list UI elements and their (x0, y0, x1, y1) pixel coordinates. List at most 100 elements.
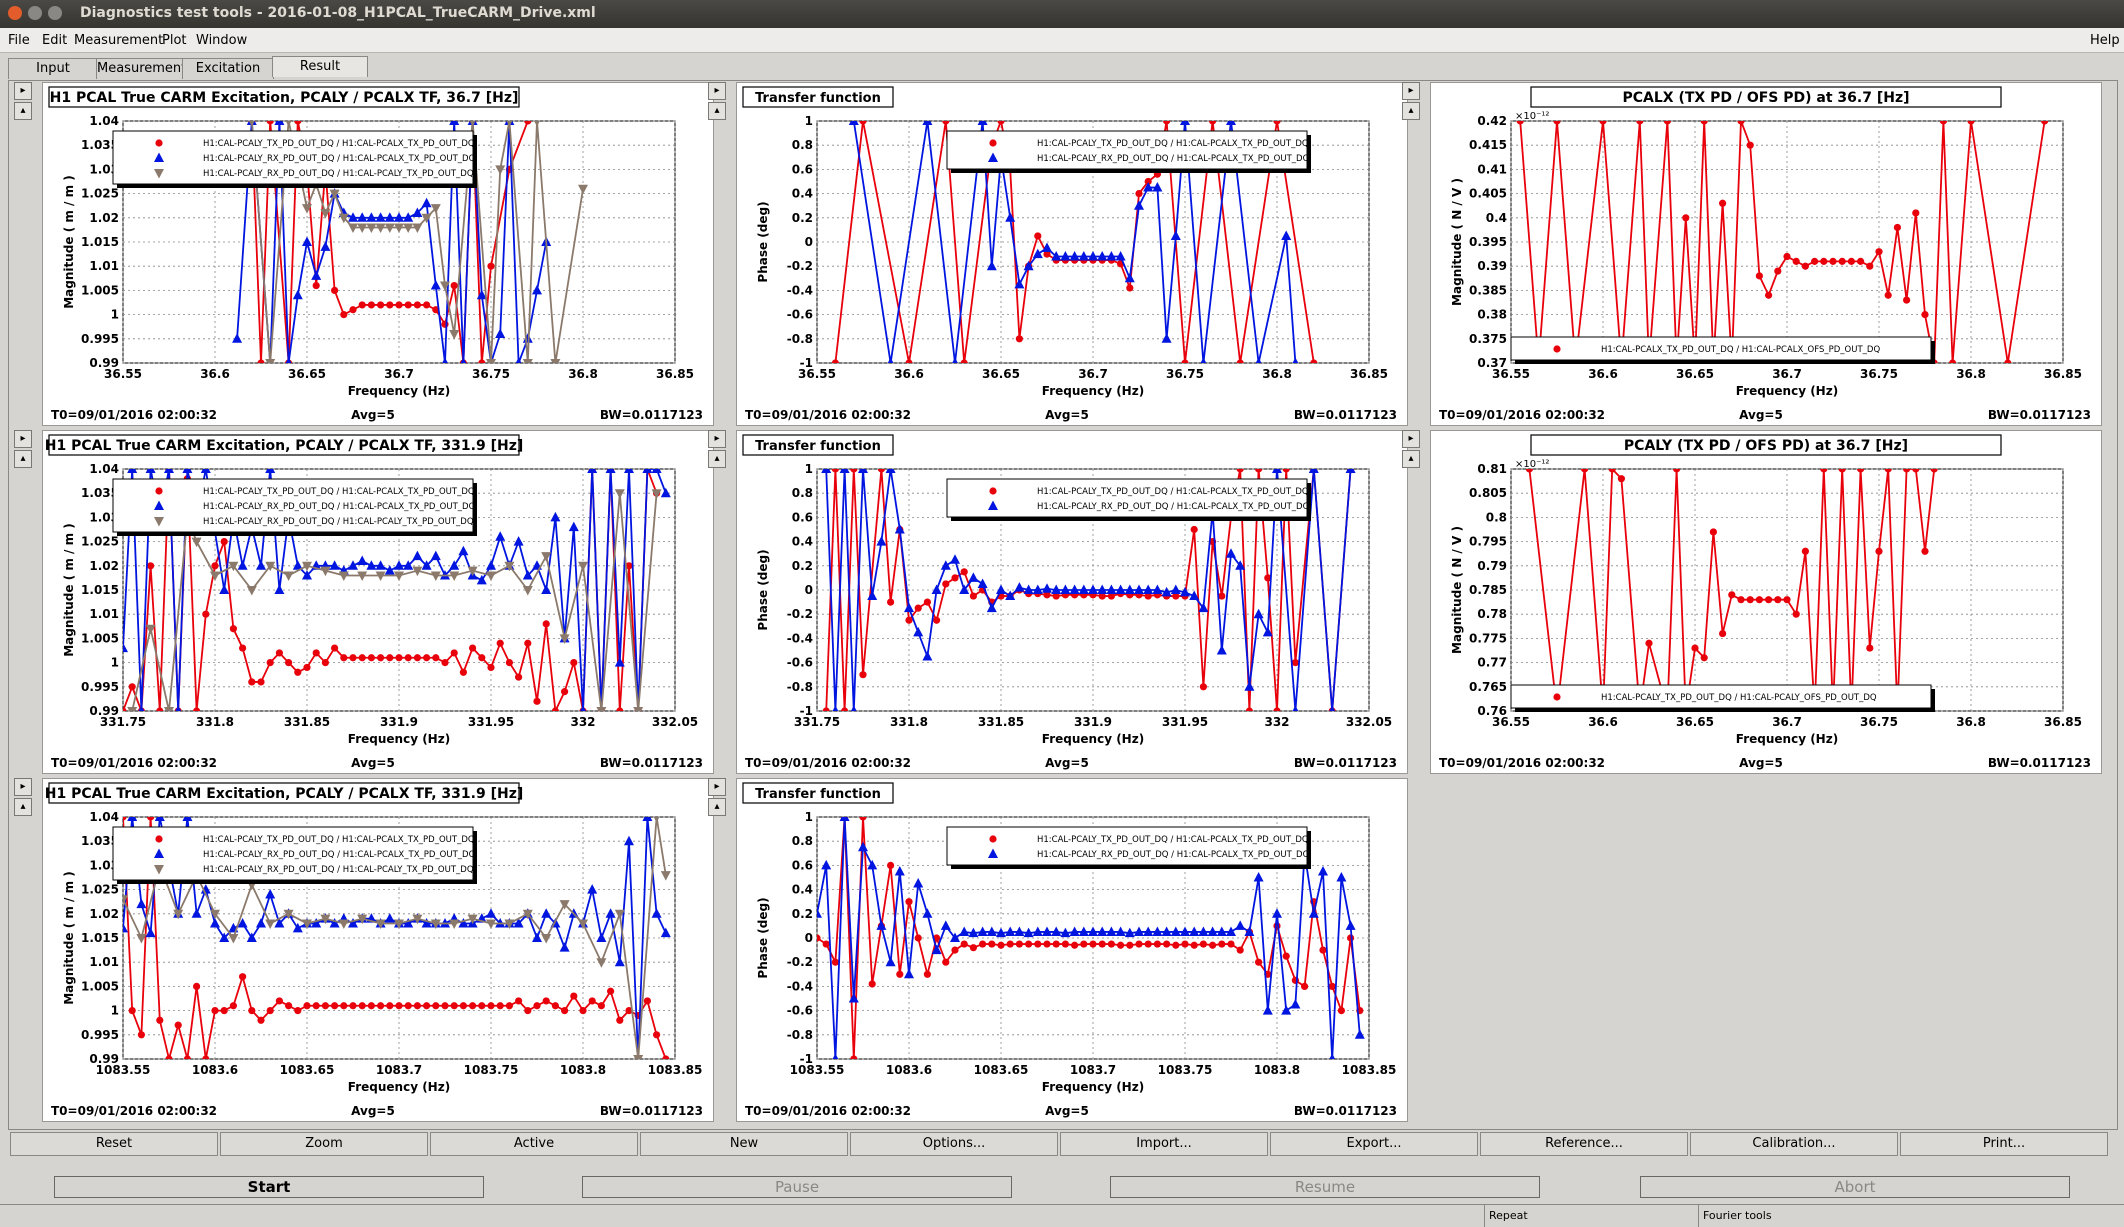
data-point-red (1774, 267, 1782, 275)
pad-expand-button[interactable]: ▸ (14, 82, 32, 100)
maximize-window-button[interactable] (48, 6, 62, 20)
zoom-button[interactable]: Zoom (220, 1132, 428, 1156)
data-point-red (1043, 940, 1051, 948)
data-point-blue (1308, 469, 1319, 473)
data-point-red (123, 817, 127, 821)
pad-expand-button[interactable]: ▸ (708, 82, 726, 100)
tab-result[interactable]: Result (272, 56, 368, 77)
data-point-red (1691, 644, 1699, 652)
y-tick-label: -0.8 (787, 680, 813, 694)
data-point-red (1025, 940, 1033, 948)
export-button[interactable]: Export... (1270, 1132, 1478, 1156)
data-point-blue (624, 469, 634, 473)
pad-expand-button[interactable]: ▸ (708, 778, 726, 796)
plot-pad[interactable]: PCALY (TX PD / OFS PD) at 36.7 [Hz] 36.55… (1430, 430, 2102, 774)
chart-svg: Transfer function36.55 36.6 36.65 36.7 36.75… (742, 86, 1397, 422)
legend-entry: H1:CAL-PCALX_TX_PD_OUT_DQ / H1:CAL-PCALX… (1601, 345, 1880, 355)
legend-marker-red (989, 139, 997, 147)
footer-bw: BW=0.0117123 (1294, 756, 1397, 770)
data-point-red (1034, 232, 1042, 240)
data-point-red (1135, 940, 1143, 948)
tab-input[interactable]: Input (8, 58, 98, 79)
data-point-blue (605, 469, 616, 473)
y-tick-label: 0.415 (1469, 138, 1507, 152)
tab-measurement[interactable]: Measurement (96, 58, 186, 79)
pause-button[interactable]: Pause (582, 1176, 1012, 1198)
y-tick-label: 1.02 (89, 907, 119, 921)
y-axis-label: Phase (deg) (756, 201, 770, 282)
pad-collapse-button[interactable]: ▴ (1402, 450, 1420, 468)
data-point-red (432, 654, 440, 662)
plot-pad[interactable]: Transfer function 1083.55 1083.6 1083.65 108… (736, 778, 1408, 1122)
pad-collapse-button[interactable]: ▴ (708, 102, 726, 120)
menu-window[interactable]: Window (196, 33, 247, 48)
menu-edit[interactable]: Edit (42, 33, 67, 48)
close-window-button[interactable] (8, 6, 22, 20)
pad-collapse-button[interactable]: ▴ (1402, 102, 1420, 120)
x-tick-label: 1083.6 (886, 1063, 932, 1077)
abort-button[interactable]: Abort (1640, 1176, 2070, 1198)
data-point-red (1792, 257, 1800, 265)
data-point-red (1181, 359, 1189, 363)
data-point-red (1282, 469, 1290, 473)
data-point-red (1912, 469, 1920, 473)
data-point-blue (651, 469, 662, 473)
reference-button[interactable]: Reference... (1480, 1132, 1688, 1156)
data-point-red (1255, 958, 1263, 966)
pad-expand-button[interactable]: ▸ (14, 430, 32, 448)
import-button[interactable]: Import... (1060, 1132, 1268, 1156)
pad-collapse-button[interactable]: ▴ (14, 102, 32, 120)
minimize-window-button[interactable] (28, 6, 42, 20)
plot-pad[interactable]: H1 PCAL True CARM Excitation, PCALY / PC… (42, 430, 714, 774)
active-button[interactable]: Active (430, 1132, 638, 1156)
tab-excitation[interactable]: Excitation (182, 58, 274, 79)
menu-help[interactable]: Help (2090, 33, 2120, 48)
menu-measurement[interactable]: Measurement (74, 33, 163, 48)
x-tick-label: 1083.7 (1070, 1063, 1116, 1077)
pad-expand-button[interactable]: ▸ (14, 778, 32, 796)
data-point-red (1903, 469, 1911, 473)
data-point-red (551, 707, 559, 711)
pad-collapse-button[interactable]: ▴ (708, 450, 726, 468)
pad-expand-button[interactable]: ▸ (1402, 430, 1420, 448)
start-button[interactable]: Start (54, 1176, 484, 1198)
resume-button[interactable]: Resume (1110, 1176, 1540, 1198)
menu-plot[interactable]: Plot (162, 33, 187, 48)
data-point-red (321, 659, 329, 667)
data-point-red (896, 970, 904, 978)
data-point-red (1006, 940, 1014, 948)
pad-collapse-button[interactable]: ▴ (708, 798, 726, 816)
new-button[interactable]: New (640, 1132, 848, 1156)
y-tick-label: 0.765 (1469, 680, 1507, 694)
plot-pad[interactable]: H1 PCAL True CARM Excitation, PCALY / PC… (42, 82, 714, 426)
data-point-red (1135, 190, 1143, 198)
pad-collapse-button[interactable]: ▴ (14, 798, 32, 816)
data-point-red (923, 598, 931, 606)
pad-expand-button[interactable]: ▸ (708, 430, 726, 448)
data-point-red (202, 1055, 210, 1059)
data-point-red (1636, 121, 1644, 125)
data-point-red (1301, 982, 1309, 990)
x-tick-label: 1083.75 (1158, 1063, 1213, 1077)
data-point-red (478, 359, 486, 363)
reset-button[interactable]: Reset (10, 1132, 218, 1156)
print-button[interactable]: Print... (1900, 1132, 2108, 1156)
data-point-blue (1226, 121, 1236, 125)
plot-pad[interactable]: Transfer function 36.55 36.6 36.65 36.7 36.75… (736, 82, 1408, 426)
calibration-button[interactable]: Calibration... (1690, 1132, 1898, 1156)
data-point-red (1172, 941, 1180, 949)
data-point-red (340, 1002, 348, 1010)
footer-avg: Avg=5 (351, 408, 395, 422)
plot-pad[interactable]: PCALX (TX PD / OFS PD) at 36.7 [Hz] 36.55… (1430, 82, 2102, 426)
data-point-red (469, 1002, 477, 1010)
data-point-red (1857, 469, 1865, 473)
options-button[interactable]: Options... (850, 1132, 1058, 1156)
x-tick-label: 1083.85 (1342, 1063, 1397, 1077)
x-tick-label: 36.8 (1262, 367, 1292, 381)
menu-file[interactable]: File (8, 33, 30, 48)
plot-pad[interactable]: H1 PCAL True CARM Excitation, PCALY / PC… (42, 778, 714, 1122)
data-point-red (248, 1007, 256, 1015)
plot-pad[interactable]: Transfer function 331.75 331.8 331.85 331.9 3… (736, 430, 1408, 774)
pad-expand-button[interactable]: ▸ (1402, 82, 1420, 100)
pad-collapse-button[interactable]: ▴ (14, 450, 32, 468)
